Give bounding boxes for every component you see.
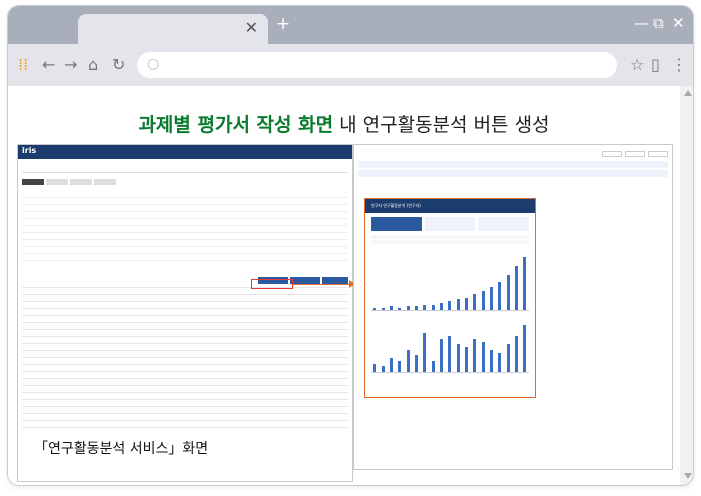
chart-bar — [431, 360, 435, 372]
researcher-table — [358, 161, 668, 179]
action-buttons — [22, 269, 348, 284]
chart-bar — [523, 325, 527, 372]
chart-bar — [448, 301, 452, 310]
title-bar: ✕ + — ⧉ ✕ — [8, 6, 693, 44]
scroll-up-icon[interactable] — [684, 90, 692, 96]
chart-2 — [371, 321, 529, 373]
tab-4[interactable] — [94, 179, 116, 185]
right-toolbar — [358, 151, 668, 157]
chart-bar — [498, 352, 502, 372]
search-icon: ○ — [147, 56, 160, 72]
research-analysis-button-highlight[interactable] — [251, 279, 293, 289]
connector-line — [293, 284, 353, 285]
chart-bar — [489, 287, 493, 310]
popup-tab-3[interactable] — [478, 217, 530, 231]
right-button-2[interactable] — [625, 151, 645, 157]
caption-text: 「연구활동분석 서비스」화면 — [34, 441, 209, 457]
action-button-2[interactable] — [290, 277, 320, 284]
tab-active[interactable] — [22, 179, 44, 185]
chart-bar — [373, 308, 377, 310]
chart-bar — [390, 306, 394, 310]
chart-1 — [371, 253, 529, 311]
chart-bar — [431, 304, 435, 310]
browser-window: ✕ + — ⧉ ✕ ⁞⁞ ← → ⌂ ↻ ○ ☆ ▯ ⋮ 과제별 평가서 작성 … — [7, 5, 694, 486]
chart-bar — [506, 344, 510, 372]
analysis-popup: 연구자 연구활동분석 (연구자) — [364, 198, 536, 398]
chart-bar — [440, 302, 444, 310]
star-icon[interactable]: ☆ — [630, 57, 644, 73]
chart-bar — [473, 338, 477, 372]
chart-bar — [440, 338, 444, 372]
iris-logo: iris — [22, 146, 37, 155]
chart-bar — [514, 265, 518, 310]
chart-bar — [506, 274, 510, 310]
evaluation-form-panel: iris — [17, 144, 353, 482]
tab-2[interactable] — [46, 179, 68, 185]
chart-bar — [390, 358, 394, 372]
page-heading: 과제별 평가서 작성 화면 내 연구활동분석 버튼 생성 — [8, 110, 680, 137]
chart-bar — [415, 355, 419, 372]
restore-icon[interactable]: ⧉ — [653, 16, 664, 31]
heading-bold: 과제별 평가서 작성 화면 — [138, 114, 334, 136]
page-content: 과제별 평가서 작성 화면 내 연구활동분석 버튼 생성 iris 연구자 연구… — [8, 86, 680, 485]
chart-bar — [498, 281, 502, 310]
right-button-1[interactable] — [602, 151, 622, 157]
project-select[interactable] — [22, 163, 348, 173]
chart-bar — [456, 344, 460, 372]
browser-tab[interactable]: ✕ — [78, 14, 268, 44]
chart-bar — [415, 306, 419, 310]
chart-bar — [381, 308, 385, 310]
chart-bar — [398, 360, 402, 372]
back-icon[interactable]: ← — [42, 57, 55, 73]
chart-bar — [423, 304, 427, 310]
browser-toolbar: ⁞⁞ ← → ⌂ ↻ ○ ☆ ▯ ⋮ — [8, 44, 693, 86]
chart-bar — [481, 290, 485, 310]
apps-icon[interactable]: ⁞⁞ — [18, 57, 28, 73]
chart-bar — [489, 349, 493, 372]
tab-3[interactable] — [70, 179, 92, 185]
form-tabs — [22, 179, 348, 185]
chart-bar — [464, 347, 468, 372]
popup-tab-2[interactable] — [424, 217, 476, 231]
scroll-down-icon[interactable] — [684, 473, 692, 479]
scrollbar[interactable] — [680, 86, 693, 485]
chart-bar — [373, 363, 377, 372]
chart-bar — [398, 308, 402, 310]
chart-bar — [406, 349, 410, 372]
chart-bar — [448, 336, 452, 372]
window-close-icon[interactable]: ✕ — [672, 16, 685, 31]
popup-tabs — [371, 217, 530, 231]
chart-bar — [423, 333, 427, 372]
action-button-3[interactable] — [322, 277, 348, 284]
minimize-icon[interactable]: — — [634, 16, 649, 31]
chart-bar — [406, 306, 410, 310]
chart-bar — [523, 257, 527, 310]
new-tab-icon[interactable]: + — [276, 16, 290, 33]
budget-table — [22, 281, 348, 431]
chart-bar — [381, 366, 385, 372]
page-icon[interactable]: ▯ — [651, 57, 660, 73]
home-icon[interactable]: ⌂ — [88, 57, 98, 73]
reload-icon[interactable]: ↻ — [112, 57, 125, 73]
popup-title: 연구자 연구활동분석 (연구자) — [365, 199, 535, 213]
chart-bar — [481, 341, 485, 372]
research-list-panel: 연구자 연구활동분석 (연구자) — [353, 144, 673, 470]
forward-icon[interactable]: → — [64, 57, 77, 73]
heading-rest: 내 연구활동분석 버튼 생성 — [333, 114, 550, 136]
popup-summary-table — [371, 235, 529, 245]
address-bar[interactable]: ○ — [137, 52, 617, 78]
tab-close-icon[interactable]: ✕ — [245, 20, 258, 36]
chart-bar — [464, 297, 468, 310]
chart-bar — [456, 299, 460, 310]
chart-bar — [473, 294, 477, 310]
popup-tab-1[interactable] — [371, 217, 422, 231]
right-button-3[interactable] — [648, 151, 668, 157]
iris-header: iris — [18, 145, 352, 159]
chart-bar — [514, 336, 518, 372]
info-table — [22, 191, 348, 261]
menu-icon[interactable]: ⋮ — [671, 57, 687, 73]
